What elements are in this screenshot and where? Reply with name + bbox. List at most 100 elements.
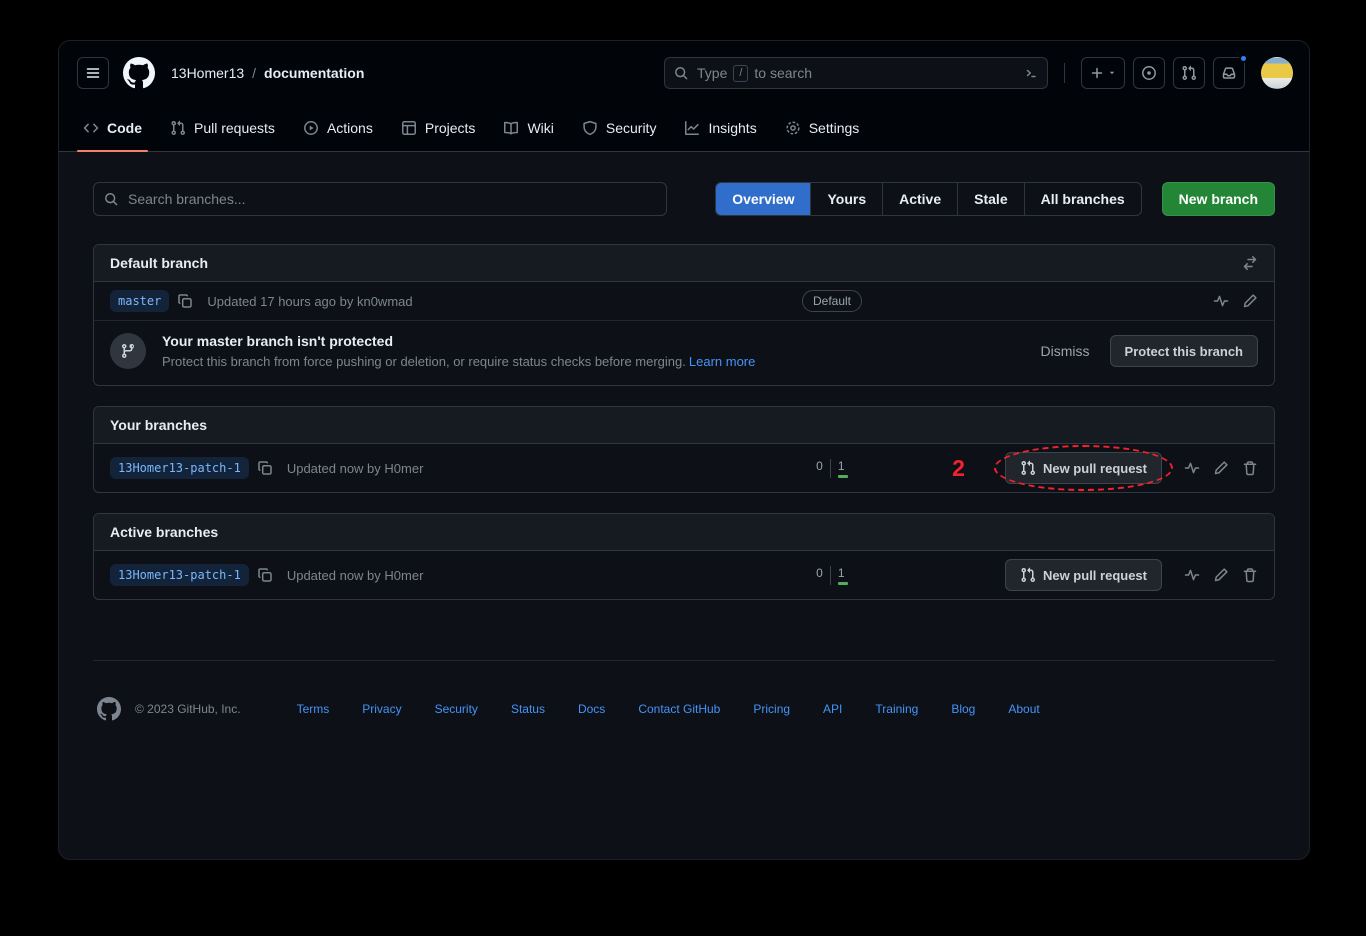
hamburger-menu-button[interactable] [77, 57, 109, 89]
footer-link-privacy[interactable]: Privacy [362, 702, 401, 716]
breadcrumb-separator: / [252, 65, 256, 81]
graph-icon [684, 120, 700, 136]
global-search[interactable]: Type / to search [664, 57, 1048, 89]
protection-title: Your master branch isn't protected [162, 333, 755, 349]
footer-link-status[interactable]: Status [511, 702, 545, 716]
chevron-down-icon [1107, 68, 1117, 78]
dismiss-link[interactable]: Dismiss [1041, 343, 1090, 359]
footer-link-security[interactable]: Security [435, 702, 478, 716]
learn-more-link[interactable]: Learn more [689, 354, 755, 369]
branch-activity-button[interactable] [1184, 567, 1200, 583]
global-search-placeholder: Type / to search [697, 65, 1015, 82]
footer-link-contact-github[interactable]: Contact GitHub [638, 702, 720, 716]
annotation-step-number: 2 [952, 455, 965, 482]
copy-branch-name-button[interactable] [177, 293, 193, 309]
branch-info: 13Homer13-patch-1 Updated now by H0mer [110, 457, 782, 479]
pull-request-cell: 2 New pull request [882, 452, 1162, 484]
rename-branch-button[interactable] [1213, 567, 1229, 583]
filter-stale[interactable]: Stale [957, 183, 1023, 215]
copy-branch-name-button[interactable] [257, 460, 273, 476]
panel-title: Your branches [110, 417, 207, 433]
new-branch-button[interactable]: New branch [1162, 182, 1275, 216]
footer-link-pricing[interactable]: Pricing [753, 702, 790, 716]
notifications [1213, 57, 1245, 89]
pencil-icon [1213, 460, 1229, 476]
branches-page: Overview Yours Active Stale All branches… [59, 152, 1309, 781]
inbox-icon [1221, 65, 1237, 81]
git-pull-request-icon [1181, 65, 1197, 81]
panel-header: Your branches [94, 407, 1274, 444]
ahead-count: 1 [831, 459, 848, 478]
filter-yours[interactable]: Yours [810, 183, 882, 215]
filter-all-branches[interactable]: All branches [1024, 183, 1141, 215]
trash-icon [1242, 567, 1258, 583]
behind-count: 0 [816, 566, 831, 585]
your-branch-row: 13Homer13-patch-1 Updated now by H0mer 0… [94, 444, 1274, 492]
protect-branch-button[interactable]: Protect this branch [1110, 335, 1258, 367]
new-pull-request-button[interactable]: New pull request [1005, 452, 1162, 484]
breadcrumb-repo[interactable]: documentation [264, 65, 364, 81]
github-logo[interactable] [123, 57, 155, 89]
pulse-icon [1184, 460, 1200, 476]
search-icon [103, 191, 119, 207]
panel-title: Active branches [110, 524, 218, 540]
footer-link-blog[interactable]: Blog [951, 702, 975, 716]
rename-branch-button[interactable] [1213, 460, 1229, 476]
your-branches-panel: Your branches 13Homer13-patch-1 Updated … [93, 406, 1275, 493]
branch-search [93, 182, 667, 216]
tab-insights[interactable]: Insights [670, 105, 770, 151]
active-branch-row: 13Homer13-patch-1 Updated now by H0mer 0… [94, 551, 1274, 599]
change-default-branch-button[interactable] [1242, 255, 1258, 271]
repo-nav: Code Pull requests Actions Projects Wiki… [59, 105, 1309, 151]
copy-branch-name-button[interactable] [257, 567, 273, 583]
footer-link-terms[interactable]: Terms [297, 702, 330, 716]
github-window: 13Homer13 / documentation Type / to sear… [58, 40, 1310, 860]
pencil-icon [1213, 567, 1229, 583]
footer: © 2023 GitHub, Inc. Terms Privacy Securi… [93, 660, 1275, 781]
pull-requests-button[interactable] [1173, 57, 1205, 89]
protection-actions: Dismiss Protect this branch [1041, 335, 1258, 367]
new-pull-request-button[interactable]: New pull request [1005, 559, 1162, 591]
branch-activity-button[interactable] [1184, 460, 1200, 476]
tab-actions[interactable]: Actions [289, 105, 387, 151]
create-new-button[interactable] [1081, 57, 1125, 89]
slash-key-hint: / [733, 65, 748, 82]
command-palette-icon[interactable] [1023, 65, 1039, 81]
footer-link-api[interactable]: API [823, 702, 842, 716]
behind-count: 0 [816, 459, 831, 478]
header-divider [1064, 63, 1065, 83]
branch-activity-button[interactable] [1213, 293, 1229, 309]
delete-branch-button[interactable] [1242, 567, 1258, 583]
copy-icon [257, 567, 273, 583]
branch-name-link[interactable]: 13Homer13-patch-1 [110, 564, 249, 586]
git-branch-icon [120, 343, 136, 359]
pull-request-cell: New pull request [882, 559, 1162, 591]
rename-branch-button[interactable] [1242, 293, 1258, 309]
shield-icon [582, 120, 598, 136]
footer-link-training[interactable]: Training [875, 702, 918, 716]
projects-icon [401, 120, 417, 136]
breadcrumb-owner[interactable]: 13Homer13 [171, 65, 244, 81]
branch-name-link[interactable]: 13Homer13-patch-1 [110, 457, 249, 479]
github-mark-icon [123, 57, 155, 89]
git-pull-request-icon [1020, 567, 1036, 583]
tab-wiki[interactable]: Wiki [489, 105, 567, 151]
filter-active[interactable]: Active [882, 183, 957, 215]
copy-icon [177, 293, 193, 309]
footer-link-about[interactable]: About [1008, 702, 1039, 716]
issues-button[interactable] [1133, 57, 1165, 89]
tab-pull-requests[interactable]: Pull requests [156, 105, 289, 151]
branch-search-input[interactable] [93, 182, 667, 216]
tab-code[interactable]: Code [69, 105, 156, 151]
branch-name-link[interactable]: master [110, 290, 169, 312]
footer-link-docs[interactable]: Docs [578, 702, 605, 716]
footer-links: Terms Privacy Security Status Docs Conta… [297, 702, 1040, 716]
tab-settings[interactable]: Settings [771, 105, 874, 151]
compare-icon [1242, 255, 1258, 271]
filter-overview[interactable]: Overview [716, 183, 810, 215]
delete-branch-button[interactable] [1242, 460, 1258, 476]
tab-security[interactable]: Security [568, 105, 671, 151]
tab-projects[interactable]: Projects [387, 105, 490, 151]
hamburger-icon [85, 65, 101, 81]
user-avatar[interactable] [1261, 57, 1293, 89]
